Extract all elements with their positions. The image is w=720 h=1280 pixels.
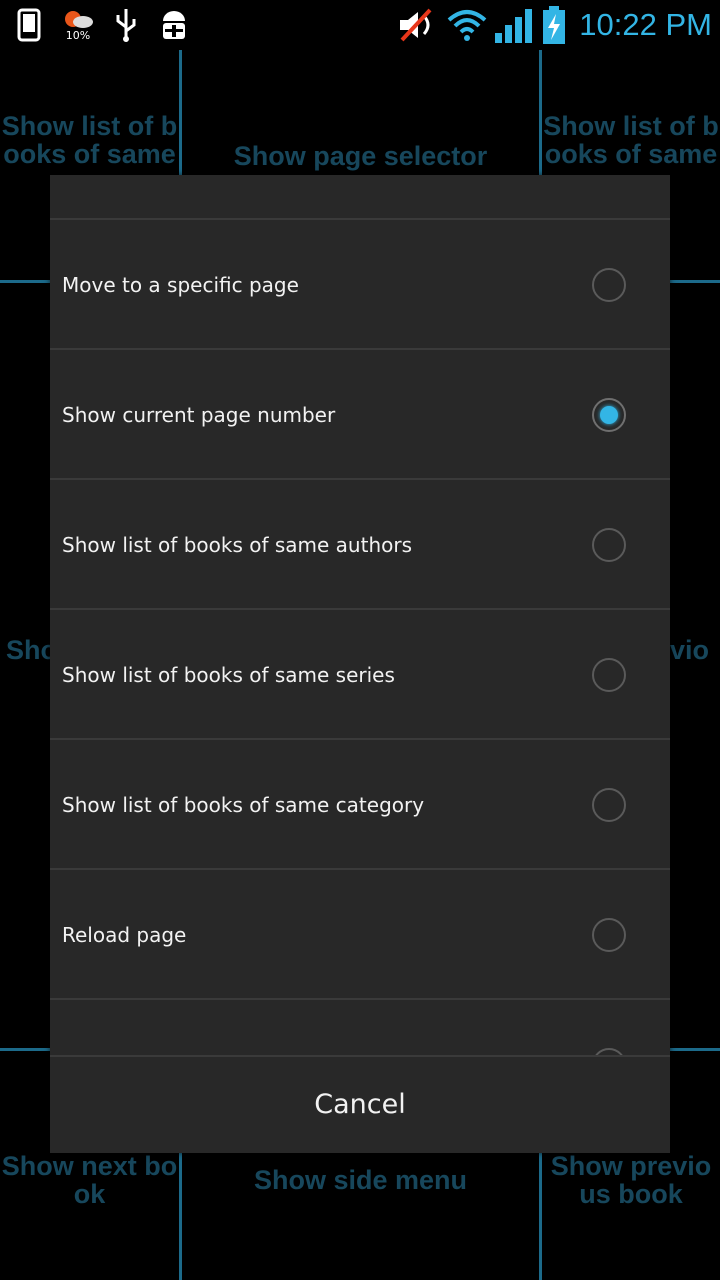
option-same-authors[interactable]: Show list of books of same authors <box>50 480 670 610</box>
option-move-to-page[interactable]: Move to a specific page <box>50 220 670 350</box>
signal-icon <box>494 6 534 44</box>
phone-icon <box>14 6 44 44</box>
volume-muted-icon <box>398 6 438 44</box>
option-reload-page[interactable]: Reload page <box>50 870 670 1000</box>
tap-zone-top-center[interactable]: Show page selector <box>182 138 539 174</box>
option-label: Move to a specific page <box>62 273 299 297</box>
tap-zone-top-right[interactable]: Show list of b ooks of same <box>542 110 720 170</box>
battery-charging-icon <box>540 6 568 44</box>
tap-zone-middle-right[interactable]: vio <box>670 632 720 668</box>
status-bar: 10% 10:22 PM <box>0 0 720 50</box>
option-show-current-page[interactable]: Show current page number <box>50 350 670 480</box>
weather-icon: 10% <box>60 6 96 44</box>
option-label: Show list of books of same authors <box>62 533 412 557</box>
cancel-button[interactable]: Cancel <box>50 1057 670 1153</box>
radio-button[interactable] <box>592 918 626 952</box>
tap-zone-top-left[interactable]: Show list of b ooks of same <box>0 110 179 170</box>
radio-button[interactable] <box>592 658 626 692</box>
weather-percent: 10% <box>65 29 91 42</box>
tap-zone-middle-left[interactable]: Sho <box>0 632 50 668</box>
radio-button[interactable] <box>592 268 626 302</box>
wifi-icon <box>446 6 488 44</box>
option-label: Show list of books of same category <box>62 793 425 817</box>
tap-zone-bottom-left[interactable]: Show next bo ok <box>0 1150 179 1210</box>
usb-icon <box>112 6 140 44</box>
option-label: Show current page number <box>62 403 336 427</box>
radio-button-selected[interactable] <box>592 398 626 432</box>
option-list[interactable]: Move to a specific page Show current pag… <box>50 175 670 1057</box>
radio-button[interactable] <box>592 788 626 822</box>
clock: 10:22 PM <box>579 7 712 42</box>
option-label: Show list of books of same series <box>62 663 395 687</box>
tap-action-dialog: Move to a specific page Show current pag… <box>50 175 670 1153</box>
radio-button[interactable] <box>592 528 626 562</box>
list-item-partial[interactable] <box>50 175 670 220</box>
option-same-category[interactable]: Show list of books of same category <box>50 740 670 870</box>
option-label: Reload page <box>62 923 187 947</box>
tap-zone-bottom-right[interactable]: Show previo us book <box>542 1150 720 1210</box>
tap-zone-bottom-center[interactable]: Show side menu <box>182 1162 539 1198</box>
list-item-partial[interactable] <box>50 1000 670 1057</box>
option-same-series[interactable]: Show list of books of same series <box>50 610 670 740</box>
android-debug-icon <box>156 6 192 44</box>
